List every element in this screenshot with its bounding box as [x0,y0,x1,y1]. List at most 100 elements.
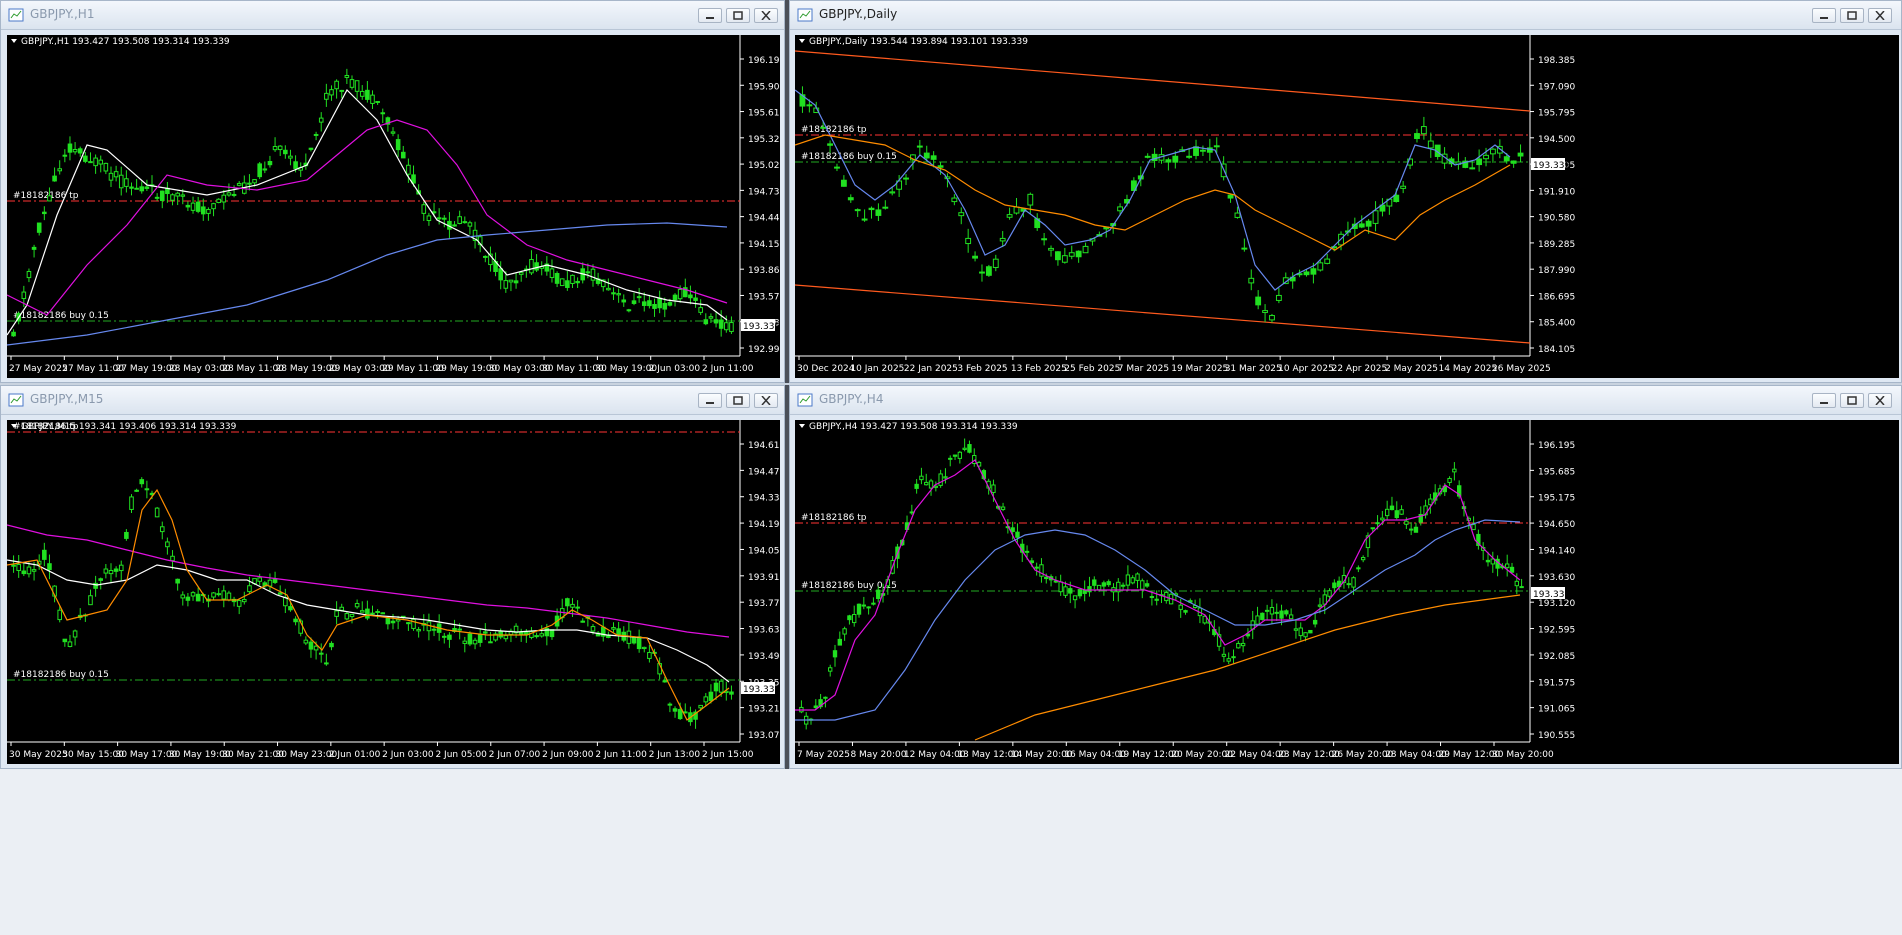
chart-plot[interactable]: 196.190 195.900 195.610 195.320 195.025 194.7… [7,35,780,378]
candle-body [226,192,232,196]
price-tick-label: 193.070 [748,731,780,741]
minimize-button[interactable] [1812,393,1836,408]
maximize-button[interactable] [1840,8,1864,23]
maximize-icon [733,11,743,20]
time-tick-label: 2 Jun 07:00 [489,750,541,760]
candle-body [1101,582,1107,587]
candle-body [570,603,575,608]
candle-body [380,612,386,615]
chart-window-daily[interactable]: GBPJPY.,Daily 198.385 197.090 195.795 194.5… [789,0,1902,383]
candle-body [221,194,227,203]
candle-body [958,212,965,217]
candle-body [324,92,329,100]
take-profit-label: #18182186 tp [13,191,79,201]
close-button[interactable] [754,393,778,408]
candle-body [293,618,298,623]
price-tick-label: 198.385 [1538,56,1575,66]
candle-body [840,179,847,187]
candle-body [462,640,468,644]
collapse-triangle-icon [799,39,805,43]
time-tick-label: 7 Mar 2025 [1118,364,1169,374]
candle-body [662,302,668,310]
price-tick-label: 191.065 [1538,705,1575,715]
candle-body [871,602,876,605]
candle-body [1227,194,1234,199]
price-chart[interactable]: 198.385197.090195.795194.500193.205191.9… [795,35,1899,378]
candle-body [724,322,729,331]
maximize-button[interactable] [1840,393,1864,408]
chart-plot[interactable]: 194.610 194.470 194.330 194.190 194.050 193.9… [7,420,780,764]
candle-body [1324,258,1331,264]
title-bar[interactable]: GBPJPY.,Daily [790,1,1901,30]
chart-window-h1[interactable]: GBPJPY.,H1 196.190195.900195.610195.3201… [0,0,785,383]
price-tick-label: 196.190 [748,56,780,66]
candle-body [677,289,683,300]
minimize-button[interactable] [698,8,722,23]
candle-body [488,641,493,644]
candle-body [1408,528,1414,531]
candle-body [1027,193,1034,206]
chart-window-h4[interactable]: GBPJPY.,H4 196.195 195.685 195.175 194.650 1… [789,385,1902,769]
candle-body [823,696,828,699]
candle-body [47,195,52,202]
candle-body [144,488,150,491]
maximize-button[interactable] [726,393,750,408]
candle-body [1068,252,1075,257]
price-chart[interactable]: 196.195 195.685 195.175 194.650 194.140 193.6… [795,420,1899,764]
price-tick-label: 189.285 [1538,240,1575,250]
price-chart[interactable]: 194.610 194.470 194.330 194.190 194.050 193.9… [7,420,780,764]
candle-body [472,639,478,645]
candle-body [962,447,967,450]
candle-body [575,606,580,609]
close-button[interactable] [754,8,778,23]
time-tick-label: 14 May 2025 [1439,364,1498,374]
candle-body [257,577,262,582]
candle-body [308,641,314,650]
close-button[interactable] [1868,8,1892,23]
time-tick-label: 30 May 2025 [9,750,68,760]
price-chart[interactable]: 196.190 195.900 195.610 195.320 195.025 194.7… [7,35,780,378]
chart-plot[interactable]: 196.195 195.685 195.175 194.650 194.140 193.6… [795,420,1899,764]
candle-body [221,590,227,600]
minimize-button[interactable] [698,393,722,408]
minimize-button[interactable] [1812,8,1836,23]
title-bar[interactable]: GBPJPY.,H1 [1,1,784,30]
take-profit-label: #18182186 tp [801,125,867,135]
candle-body [1048,247,1054,251]
candle-body [1231,656,1236,659]
chart-window-m15[interactable]: GBPJPY.,M15 194.610 194.470 194.330 194.190… [0,385,785,769]
candle-body [914,483,919,489]
candle-body [477,633,483,643]
candle-body [242,599,247,603]
candle-body [226,592,232,601]
candle-body [1356,567,1361,570]
price-tick-label: 186.695 [1538,292,1575,302]
chart-plot[interactable]: 198.385197.090195.795194.500193.205191.9… [795,35,1899,378]
candle-body [575,280,580,284]
candle-body [1221,653,1227,657]
candle-body [708,691,714,702]
candle-body [139,479,145,485]
candle-body [718,319,724,329]
candle-body [1519,586,1524,589]
candle-body [1135,573,1140,581]
candle-body [1269,607,1275,615]
candle-body [992,258,999,268]
symbol-ohlc-header: GBPJPY.,H1 193.427 193.508 193.314 193.3… [21,37,230,47]
candle-body [937,165,944,168]
price-tick-label: 195.795 [1538,109,1575,119]
title-bar[interactable]: GBPJPY.,H4 [790,386,1901,415]
candle-body [103,162,109,172]
candle-body [1255,296,1262,306]
candle-body [503,635,509,640]
candle-body [236,182,242,186]
title-bar[interactable]: GBPJPY.,M15 [1,386,784,415]
price-tick-label: 185.400 [1538,319,1575,329]
candle-body [277,145,283,151]
price-tick-label: 193.630 [1538,573,1575,583]
maximize-button[interactable] [726,8,750,23]
time-tick-label: 2 Jun 05:00 [435,750,487,760]
close-button[interactable] [1868,393,1892,408]
candle-body [641,646,647,650]
candle-body [1317,604,1323,607]
